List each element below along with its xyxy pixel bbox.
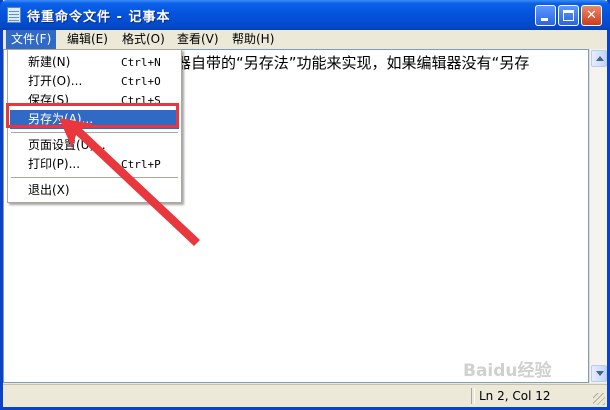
annotation-arrow-icon [59,118,200,246]
notepad-window: 待重命令文件 - 记事本 ✕ 文件(F) 编辑(E) 格式(O) 查看(V) 帮… [0,0,610,410]
